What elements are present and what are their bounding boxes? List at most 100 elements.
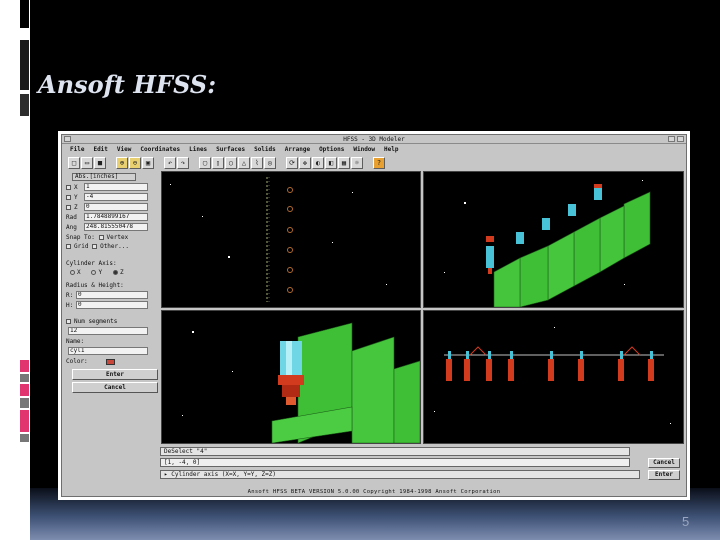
menu-window[interactable]: Window xyxy=(353,145,375,155)
command-area: DeSelect "4" [1, -4, 0] Cancel ▸ Cylinde… xyxy=(160,447,684,487)
command-enter-button[interactable]: Enter xyxy=(648,470,680,480)
y-checkbox[interactable] xyxy=(66,195,71,200)
viewport-top-right[interactable] xyxy=(423,171,684,308)
vertex-checkbox[interactable] xyxy=(98,235,104,240)
ang-label: Ang xyxy=(66,224,77,231)
y-field[interactable]: -4 xyxy=(84,193,148,201)
pan-icon[interactable]: ✥ xyxy=(299,157,311,169)
y-row: Y xyxy=(66,193,78,202)
rad-label: Rad xyxy=(66,214,77,221)
z-checkbox[interactable] xyxy=(66,205,71,210)
menu-arrange[interactable]: Arrange xyxy=(285,145,310,155)
menu-help[interactable]: Help xyxy=(384,145,398,155)
color-swatch[interactable] xyxy=(105,358,115,365)
x-label: X xyxy=(74,184,78,191)
grid-row: Grid Other... xyxy=(66,242,129,251)
toolbar: □ ▭ ■ ⊕ ⊖ ▣ ↶ ↷ ▢ ▯ ○ △ ⌇ ◎ ⟳ ✥ ◐ ◧ ▦ ☼ … xyxy=(64,156,684,170)
view-icon[interactable]: ◐ xyxy=(312,157,324,169)
window-title-bar: HFSS - 3D Modeler xyxy=(62,135,686,144)
axis-z-radio[interactable] xyxy=(112,270,118,275)
radius-height-label: Radius & Height: xyxy=(66,282,124,289)
axis-z-label: Z xyxy=(119,269,124,276)
command-cancel-button[interactable]: Cancel xyxy=(648,458,680,468)
menu-coordinates[interactable]: Coordinates xyxy=(140,145,180,155)
r-label: R: xyxy=(66,292,74,299)
x-row: X xyxy=(66,183,78,192)
r-field[interactable]: 0 xyxy=(76,291,148,299)
maximize-button[interactable] xyxy=(677,136,684,142)
zoom-out-icon[interactable]: ⊖ xyxy=(129,157,141,169)
ang-field[interactable]: 248.815550478 xyxy=(84,223,148,231)
command-prompt: ▸ Cylinder axis (X=X, Y=Y, Z=Z) xyxy=(160,470,640,479)
window-menu-button[interactable] xyxy=(64,136,71,142)
name-field[interactable]: cyl1 xyxy=(68,347,148,355)
num-segments-label: Num segments xyxy=(74,318,118,325)
x-checkbox[interactable] xyxy=(66,185,71,190)
axis-y-label: Y xyxy=(98,269,103,276)
help-icon[interactable]: ? xyxy=(373,157,385,169)
polyline-icon[interactable]: ⌇ xyxy=(251,157,263,169)
axis-x-label: X xyxy=(77,269,81,276)
color-row: Color: xyxy=(66,357,115,366)
menu-file[interactable]: File xyxy=(70,145,84,155)
cancel-button[interactable]: Cancel xyxy=(72,382,158,393)
minimize-button[interactable] xyxy=(668,136,675,142)
grid-label: Grid xyxy=(74,243,89,250)
other-checkbox[interactable] xyxy=(92,244,98,249)
viewport-bottom-right[interactable] xyxy=(423,310,684,444)
z-field[interactable]: 0 xyxy=(84,203,148,211)
h-field[interactable]: 0 xyxy=(76,301,148,309)
h-label: H: xyxy=(66,302,74,309)
command-prompt-text: Cylinder axis (X=X, Y=Y, Z=Z) xyxy=(171,471,276,478)
rotate-icon[interactable]: ⟳ xyxy=(286,157,298,169)
save-icon[interactable]: ■ xyxy=(94,157,106,169)
fit-icon[interactable]: ▣ xyxy=(142,157,154,169)
deco-bar-dark-2 xyxy=(20,94,29,116)
open-icon[interactable]: ▭ xyxy=(81,157,93,169)
redo-icon[interactable]: ↷ xyxy=(177,157,189,169)
sphere-icon[interactable]: ○ xyxy=(225,157,237,169)
viewport-bottom-left[interactable] xyxy=(161,310,421,444)
command-input[interactable]: [1, -4, 0] xyxy=(160,458,630,467)
name-label: Name: xyxy=(66,338,85,345)
segments-field[interactable]: 12 xyxy=(68,327,148,335)
deco-bar-dark xyxy=(20,40,29,90)
menu-surfaces[interactable]: Surfaces xyxy=(216,145,245,155)
cylinder-icon[interactable]: ▯ xyxy=(212,157,224,169)
deco-bar-grey-1 xyxy=(20,374,29,382)
status-bar: Ansoft HFSS BETA VERSION 5.0.00 Copyrigh… xyxy=(247,489,501,495)
deco-bar-pink-1 xyxy=(20,360,29,372)
menu-lines[interactable]: Lines xyxy=(189,145,207,155)
menu-edit[interactable]: Edit xyxy=(93,145,107,155)
command-message: DeSelect "4" xyxy=(160,447,630,456)
y-label: Y xyxy=(74,194,78,201)
deco-bar-top xyxy=(20,0,29,28)
grid-icon[interactable]: ▦ xyxy=(338,157,350,169)
render-icon[interactable]: ◧ xyxy=(325,157,337,169)
enter-button[interactable]: Enter xyxy=(72,369,158,380)
menu-view[interactable]: View xyxy=(117,145,131,155)
new-icon[interactable]: □ xyxy=(68,157,80,169)
zoom-in-icon[interactable]: ⊕ xyxy=(116,157,128,169)
deco-bar-grey-2 xyxy=(20,398,29,408)
grid-checkbox[interactable] xyxy=(66,244,71,249)
axis-y-radio[interactable] xyxy=(91,270,97,275)
light-icon[interactable]: ☼ xyxy=(351,157,363,169)
x-field[interactable]: 1 xyxy=(84,183,148,191)
deco-bar-pink-3 xyxy=(20,410,29,432)
box-icon[interactable]: ▢ xyxy=(199,157,211,169)
menu-options[interactable]: Options xyxy=(319,145,344,155)
snap-row: Snap To: Vertex xyxy=(66,233,128,242)
viewport-top-left[interactable] xyxy=(161,171,421,308)
menu-solids[interactable]: Solids xyxy=(254,145,276,155)
units-dropdown[interactable]: Abs.[inches] xyxy=(72,173,136,181)
rad-field[interactable]: 1.7848899167 xyxy=(84,213,148,221)
deco-bar-grey-3 xyxy=(20,434,29,442)
undo-icon[interactable]: ↶ xyxy=(164,157,176,169)
other-label: Other... xyxy=(100,243,129,250)
cone-icon[interactable]: △ xyxy=(238,157,250,169)
num-segments-checkbox[interactable] xyxy=(66,319,71,324)
vertex-label: Vertex xyxy=(106,234,129,241)
axis-x-radio[interactable] xyxy=(70,270,75,275)
torus-icon[interactable]: ◎ xyxy=(264,157,276,169)
